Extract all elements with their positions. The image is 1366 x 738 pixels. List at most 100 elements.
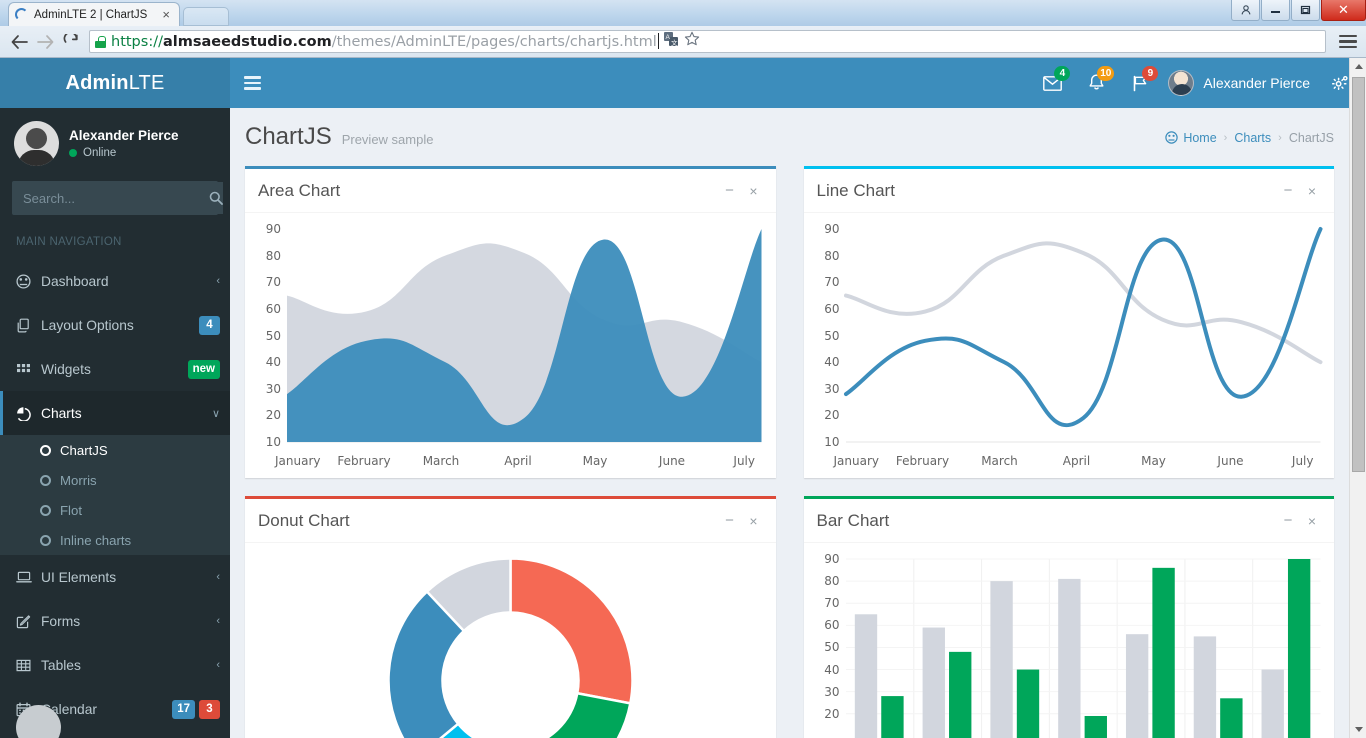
address-bar[interactable]: https://almsaeedstudio.com/themes/AdminL…	[89, 30, 1326, 53]
sidebar-item-label: Charts	[41, 405, 82, 421]
sidebar-item-dashboard[interactable]: Dashboard ‹	[0, 259, 230, 303]
sidebar-toggle-button[interactable]	[230, 58, 275, 108]
sidebar-subitem-flot[interactable]: Flot	[0, 495, 230, 525]
breadcrumb-charts[interactable]: Charts	[1234, 131, 1271, 145]
page-subtitle: Preview sample	[341, 132, 434, 147]
new-tab-button[interactable]	[183, 7, 229, 26]
search-icon[interactable]	[209, 182, 223, 214]
donut-chart-canvas[interactable]	[255, 553, 766, 738]
sidebar-user-panel[interactable]: Alexander Pierce Online	[0, 108, 230, 179]
browser-tab[interactable]: AdminLTE 2 | ChartJS ×	[8, 2, 180, 26]
tab-strip: AdminLTE 2 | ChartJS ×	[8, 2, 229, 26]
scrollbar-thumb[interactable]	[1352, 77, 1365, 472]
chevron-left-icon: ‹	[216, 275, 220, 287]
x-tick-label: July	[1291, 454, 1314, 468]
box-donut-chart: Donut Chart − ×	[245, 496, 776, 738]
back-icon[interactable]	[6, 29, 32, 55]
hamburger-icon	[244, 73, 261, 94]
area-chart-canvas[interactable]: 10 20 30 40 50 60 70 80 90 January February March A…	[255, 222, 766, 468]
pie-icon	[16, 406, 41, 421]
close-icon[interactable]: ×	[1300, 179, 1324, 203]
sidebar-subitem-label: Morris	[60, 472, 97, 488]
translate-icon[interactable]: A文	[663, 31, 679, 52]
minimize-button[interactable]	[1261, 0, 1290, 21]
y-tick-label: 70	[265, 275, 281, 290]
sidebar-subitem-morris[interactable]: Morris	[0, 465, 230, 495]
user-profile-icon[interactable]	[1231, 0, 1260, 21]
forward-icon[interactable]	[32, 29, 58, 55]
bookmark-star-icon[interactable]	[684, 31, 700, 52]
breadcrumb-home[interactable]: Home	[1165, 131, 1217, 145]
navbar-user-menu[interactable]: Alexander Pierce	[1162, 58, 1320, 108]
svg-text:A: A	[665, 34, 670, 41]
sidebar-item-forms[interactable]: Forms ‹	[0, 599, 230, 643]
box-tools: − ×	[1276, 179, 1324, 203]
url-path: /themes/AdminLTE/pages/charts/chartjs.ht…	[331, 34, 657, 50]
tab-title: AdminLTE 2 | ChartJS	[34, 8, 148, 21]
table-icon	[16, 658, 41, 673]
page-title: ChartJS	[245, 123, 332, 150]
x-tick-label: July	[733, 454, 755, 468]
page-scrollbar[interactable]	[1349, 58, 1366, 738]
sidebar-subitem-chartjs[interactable]: ChartJS	[0, 435, 230, 465]
minimize-icon[interactable]: −	[1276, 179, 1300, 203]
box-header: Line Chart − ×	[803, 169, 1334, 213]
url-domain: almsaeedstudio.com	[162, 34, 332, 50]
close-icon[interactable]: ×	[742, 179, 766, 203]
sidebar-item-charts[interactable]: Charts ∨	[0, 391, 230, 435]
x-tick-label: April	[1062, 454, 1091, 468]
chevron-down-icon: ∨	[211, 407, 220, 420]
close-icon[interactable]: ×	[1300, 509, 1324, 533]
notifications-bell-icon[interactable]: 10	[1074, 58, 1118, 108]
app-logo[interactable]: Admin LTE	[0, 58, 230, 108]
sidebar-subitem-label: Flot	[60, 502, 82, 518]
top-navbar: 4 10 9 Alexander Pierce	[230, 58, 1366, 108]
box-title: Line Chart	[816, 180, 895, 200]
sidebar-item-label: Calendar	[41, 701, 97, 717]
window-controls: ✕	[1230, 0, 1366, 22]
search-input[interactable]	[13, 190, 209, 206]
minimize-icon[interactable]: −	[1276, 509, 1300, 533]
tasks-flag-icon[interactable]: 9	[1118, 58, 1162, 108]
y-tick-label: 30	[265, 381, 281, 396]
scroll-down-icon[interactable]	[1350, 721, 1366, 738]
minimize-icon[interactable]: −	[718, 509, 742, 533]
x-tick-label: February	[337, 454, 391, 468]
box-area-chart: Area Chart − × 10 20 30 40 50 60 70 80 90 Januar…	[245, 166, 776, 478]
bar-chart-canvas[interactable]: 20 30 40 50 60 70 80 90	[814, 552, 1325, 738]
y-tick-label: 50	[824, 640, 840, 655]
x-tick-label: May	[582, 454, 608, 468]
sidebar-item-ui-elements[interactable]: UI Elements ‹	[0, 555, 230, 599]
messages-icon[interactable]: 4	[1030, 58, 1074, 108]
edit-icon	[16, 614, 41, 629]
browser-toolbar: https://almsaeedstudio.com/themes/AdminL…	[0, 26, 1366, 58]
reload-icon[interactable]	[58, 29, 84, 55]
sidebar-item-label: Widgets	[41, 361, 91, 377]
restore-button[interactable]	[1291, 0, 1320, 21]
x-tick-label: March	[422, 454, 460, 468]
x-tick-label: March	[981, 454, 1018, 468]
tasks-badge: 9	[1142, 66, 1159, 81]
scroll-up-icon[interactable]	[1350, 58, 1366, 75]
sidebar-subitem-inline-charts[interactable]: Inline charts	[0, 525, 230, 555]
chevron-left-icon: ‹	[216, 615, 220, 627]
close-window-button[interactable]: ✕	[1321, 0, 1366, 21]
line-chart-canvas[interactable]: 10 20 30 40 50 60 70 80 90 January February March A…	[814, 222, 1325, 468]
y-tick-label: 60	[824, 618, 840, 633]
sidebar-item-widgets[interactable]: Widgets new	[0, 347, 230, 391]
close-icon[interactable]: ×	[159, 7, 173, 22]
line-plot	[846, 229, 1321, 443]
avatar	[1168, 70, 1195, 96]
minimize-icon[interactable]: −	[718, 179, 742, 203]
close-icon[interactable]: ×	[742, 509, 766, 533]
url-scheme: https://	[111, 34, 163, 50]
sidebar-item-layout-options[interactable]: Layout Options 4	[0, 303, 230, 347]
y-tick-label: 70	[824, 596, 840, 611]
y-tick-label: 60	[265, 301, 281, 316]
box-title: Donut Chart	[258, 510, 350, 530]
sidebar-item-tables[interactable]: Tables ‹	[0, 643, 230, 687]
y-tick-label: 20	[824, 706, 840, 721]
browser-menu-icon[interactable]	[1339, 32, 1357, 51]
box-tools: − ×	[718, 509, 766, 533]
sidebar-search[interactable]	[12, 181, 223, 215]
